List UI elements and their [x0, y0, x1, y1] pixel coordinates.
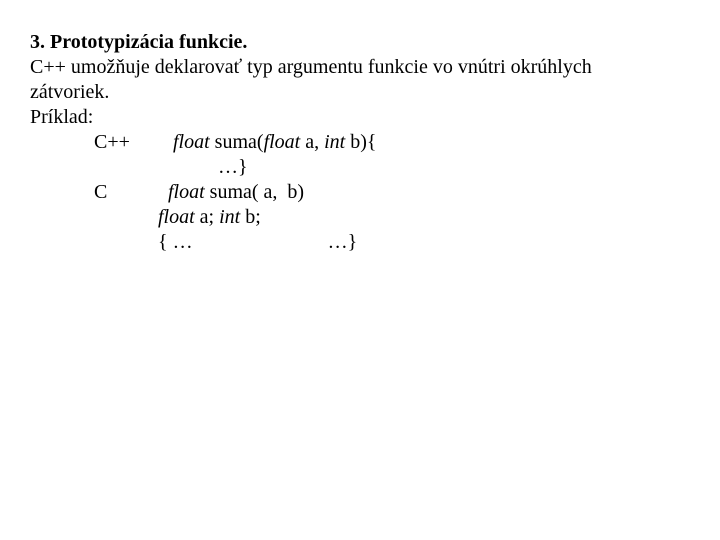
empty-cell — [94, 155, 158, 180]
indent-cell — [30, 130, 94, 155]
keyword-float: float — [168, 181, 205, 203]
code-text: suma( — [210, 131, 264, 153]
keyword-int: int — [324, 131, 345, 153]
code-text: a, — [300, 131, 324, 153]
code-text: b; — [240, 206, 261, 228]
document-page: 3. Prototypizácia funkcie. C++ umožňuje … — [0, 0, 720, 255]
space — [158, 131, 173, 153]
indent-cell — [30, 205, 94, 230]
indent-cell — [30, 180, 94, 205]
c-prototype-line: float suma( a, b) — [158, 180, 720, 205]
lang-label-cpp: C++ — [94, 130, 158, 155]
keyword-float: float — [264, 131, 301, 153]
indent-cell — [30, 155, 94, 180]
indent-cell — [30, 230, 94, 255]
paragraph-line-2: zátvoriek. — [30, 80, 720, 105]
paragraph-line-1: C++ umožňuje deklarovať typ argumentu fu… — [30, 55, 720, 80]
cpp-prototype-line: float suma(float a, int b){ — [158, 130, 720, 155]
example-block: C++ float suma(float a, int b){ …} C flo… — [30, 130, 720, 255]
empty-cell — [94, 230, 158, 255]
space — [158, 181, 168, 203]
code-text: b){ — [345, 131, 376, 153]
example-label: Príklad: — [30, 105, 720, 130]
lang-label-c: C — [94, 180, 158, 205]
c-body-line: { … …} — [158, 230, 720, 255]
keyword-float: float — [173, 131, 210, 153]
keyword-float: float — [158, 206, 195, 228]
code-text: suma( a, b) — [205, 181, 304, 203]
empty-cell — [94, 205, 158, 230]
cpp-body-line: …} — [158, 155, 720, 180]
c-decl-line: float a; int b; — [158, 205, 720, 230]
code-text: a; — [195, 206, 219, 228]
section-heading: 3. Prototypizácia funkcie. — [30, 30, 720, 55]
keyword-int: int — [219, 206, 240, 228]
